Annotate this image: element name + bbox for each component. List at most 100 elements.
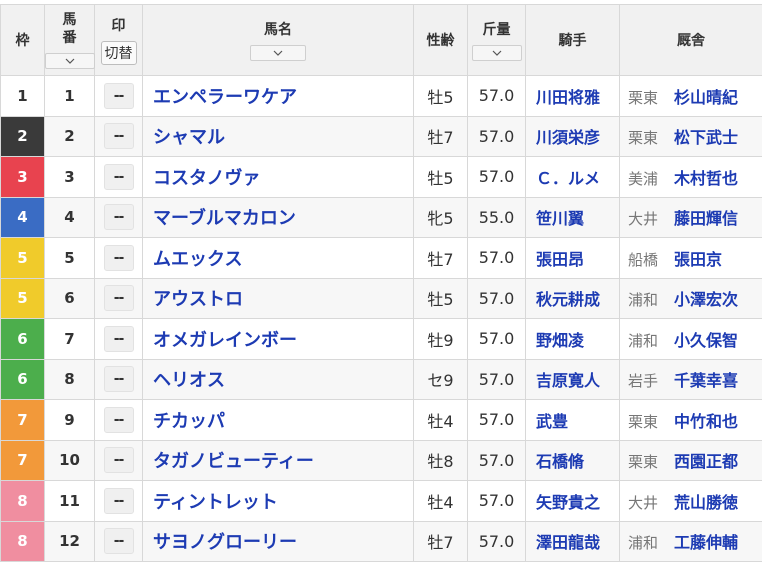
jockey-link[interactable]: 秋元耕成 [526, 278, 620, 319]
waku-cell: 2 [1, 116, 45, 157]
table-row: 710--タガノビューティー牡857.0石橋脩栗東西園正都 [1, 440, 762, 481]
waku-cell: 3 [1, 157, 45, 198]
header-horse-name: 馬名 [143, 5, 414, 76]
jockey-link[interactable]: 矢野貴之 [526, 481, 620, 522]
trainer-link[interactable]: 荒山勝徳 [674, 493, 738, 512]
waku-cell: 8 [1, 521, 45, 562]
stable-cell: 栗東松下武士 [620, 116, 762, 157]
mark-select-button[interactable]: -- [104, 326, 134, 352]
table-row: 68--ヘリオスセ957.0吉原寛人岩手千葉幸喜 [1, 359, 762, 400]
stable-cell: 浦和小澤宏次 [620, 278, 762, 319]
jockey-link[interactable]: 川田将雅 [526, 76, 620, 117]
mark-select-button[interactable]: -- [104, 407, 134, 433]
mark-select-button[interactable]: -- [104, 447, 134, 473]
mark-select-button[interactable]: -- [104, 366, 134, 392]
weight-cell: 57.0 [468, 278, 526, 319]
umaban-cell: 2 [45, 116, 95, 157]
jockey-link[interactable]: 川須栄彦 [526, 116, 620, 157]
sort-horse-name-button[interactable] [250, 45, 306, 61]
horse-name-link[interactable]: ティントレット [143, 481, 414, 522]
trainer-link[interactable]: 木村哲也 [674, 169, 738, 188]
sex-age-cell: セ9 [414, 359, 468, 400]
horse-name-link[interactable]: ムエックス [143, 238, 414, 279]
mark-select-button[interactable]: -- [104, 245, 134, 271]
horse-name-link[interactable]: エンペラーワケア [143, 76, 414, 117]
trainer-link[interactable]: 小久保智 [674, 331, 738, 350]
umaban-cell: 4 [45, 197, 95, 238]
horse-name-link[interactable]: マーブルマカロン [143, 197, 414, 238]
mark-select-button[interactable]: -- [104, 488, 134, 514]
weight-cell: 57.0 [468, 481, 526, 522]
stable-region: 栗東 [620, 411, 674, 432]
mark-select-button[interactable]: -- [104, 164, 134, 190]
table-row: 812--サヨノグローリー牡757.0澤田龍哉浦和工藤伸輔 [1, 521, 762, 562]
stable-cell: 栗東杉山晴紀 [620, 76, 762, 117]
umaban-cell: 9 [45, 400, 95, 441]
trainer-link[interactable]: 西園正都 [674, 452, 738, 471]
weight-cell: 57.0 [468, 359, 526, 400]
stable-cell: 美浦木村哲也 [620, 157, 762, 198]
waku-cell: 6 [1, 319, 45, 360]
horse-name-link[interactable]: ヘリオス [143, 359, 414, 400]
jockey-link[interactable]: 石橋脩 [526, 440, 620, 481]
trainer-link[interactable]: 松下武士 [674, 128, 738, 147]
trainer-link[interactable]: 千葉幸喜 [674, 371, 738, 390]
jockey-link[interactable]: 澤田龍哉 [526, 521, 620, 562]
horse-name-link[interactable]: コスタノヴァ [143, 157, 414, 198]
weight-cell: 57.0 [468, 76, 526, 117]
jockey-link[interactable]: 吉原寛人 [526, 359, 620, 400]
trainer-link[interactable]: 杉山晴紀 [674, 88, 738, 107]
trainer-link[interactable]: 中竹和也 [674, 412, 738, 431]
mark-cell: -- [95, 400, 143, 441]
waku-cell: 5 [1, 238, 45, 279]
umaban-cell: 7 [45, 319, 95, 360]
sort-weight-button[interactable] [472, 45, 522, 61]
umaban-cell: 1 [45, 76, 95, 117]
weight-cell: 57.0 [468, 116, 526, 157]
trainer-link[interactable]: 藤田輝信 [674, 209, 738, 228]
header-umaban: 馬 番 [45, 5, 95, 76]
horse-name-link[interactable]: タガノビューティー [143, 440, 414, 481]
stable-cell: 栗東中竹和也 [620, 400, 762, 441]
waku-cell: 4 [1, 197, 45, 238]
mark-toggle-button[interactable]: 切替 [101, 41, 137, 65]
stable-region: 栗東 [620, 451, 674, 472]
header-stable: 厩舎 [620, 5, 762, 76]
stable-cell: 岩手千葉幸喜 [620, 359, 762, 400]
stable-cell: 浦和工藤伸輔 [620, 521, 762, 562]
waku-cell: 8 [1, 481, 45, 522]
jockey-link[interactable]: 野畑凌 [526, 319, 620, 360]
waku-cell: 7 [1, 440, 45, 481]
table-row: 22--シャマル牡757.0川須栄彦栗東松下武士 [1, 116, 762, 157]
horse-name-link[interactable]: オメガレインボー [143, 319, 414, 360]
chevron-down-icon [273, 50, 283, 56]
mark-select-button[interactable]: -- [104, 123, 134, 149]
horse-name-link[interactable]: チカッパ [143, 400, 414, 441]
stable-region: 浦和 [620, 532, 674, 553]
trainer-link[interactable]: 張田京 [674, 250, 722, 269]
umaban-cell: 5 [45, 238, 95, 279]
jockey-link[interactable]: 武豊 [526, 400, 620, 441]
trainer-link[interactable]: 小澤宏次 [674, 290, 738, 309]
table-header-row: 枠 馬 番 印 切替 馬名 [1, 5, 762, 76]
mark-select-button[interactable]: -- [104, 204, 134, 230]
horse-name-link[interactable]: シャマル [143, 116, 414, 157]
jockey-link[interactable]: 笹川翼 [526, 197, 620, 238]
mark-cell: -- [95, 76, 143, 117]
sort-umaban-button[interactable] [45, 53, 95, 69]
horse-name-link[interactable]: アウストロ [143, 278, 414, 319]
table-row: 55--ムエックス牡757.0張田昂船橋張田京 [1, 238, 762, 279]
mark-select-button[interactable]: -- [104, 83, 134, 109]
mark-select-button[interactable]: -- [104, 528, 134, 554]
mark-cell: -- [95, 278, 143, 319]
horse-name-link[interactable]: サヨノグローリー [143, 521, 414, 562]
table-row: 44--マーブルマカロン牝555.0笹川翼大井藤田輝信 [1, 197, 762, 238]
mark-select-button[interactable]: -- [104, 285, 134, 311]
trainer-link[interactable]: 工藤伸輔 [674, 533, 738, 552]
waku-cell: 6 [1, 359, 45, 400]
jockey-link[interactable]: Ｃ．ルメ [526, 157, 620, 198]
jockey-link[interactable]: 張田昂 [526, 238, 620, 279]
header-mark: 印 切替 [95, 5, 143, 76]
stable-cell: 大井荒山勝徳 [620, 481, 762, 522]
stable-cell: 栗東西園正都 [620, 440, 762, 481]
